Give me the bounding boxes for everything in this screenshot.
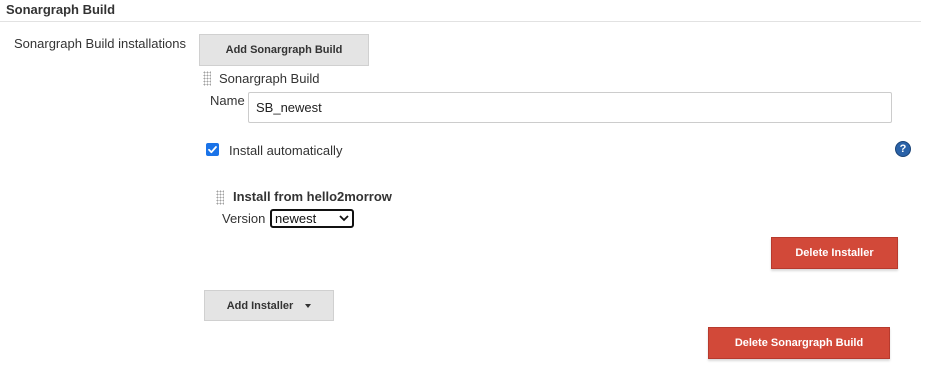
name-label: Name [210,93,245,108]
install-automatically-checkbox[interactable] [206,143,219,156]
installation-header: Sonargraph Build [219,71,320,86]
add-installer-button[interactable]: Add Installer [204,290,334,321]
chevron-down-icon [339,215,349,222]
name-input[interactable] [248,92,892,123]
drag-handle-icon[interactable] [203,71,211,86]
version-label: Version [222,211,266,226]
version-selected-value: newest [275,211,317,226]
section-title: Sonargraph Build [6,2,116,17]
delete-installer-button[interactable]: Delete Installer [771,237,898,269]
installer-header: Install from hello2morrow [233,189,392,204]
install-automatically-label: Install automatically [229,143,343,158]
installations-label: Sonargraph Build installations [14,36,186,51]
installer-drag-handle-icon[interactable] [216,190,224,205]
add-sonargraph-build-button[interactable]: Add Sonargraph Build [199,34,369,66]
check-icon [208,146,217,154]
version-select[interactable]: newest [270,209,354,228]
help-icon[interactable]: ? [895,141,911,157]
delete-sonargraph-build-button[interactable]: Delete Sonargraph Build [708,327,890,359]
caret-down-icon [305,303,312,308]
section-divider [0,21,921,22]
add-installer-label: Add Installer [226,299,294,312]
